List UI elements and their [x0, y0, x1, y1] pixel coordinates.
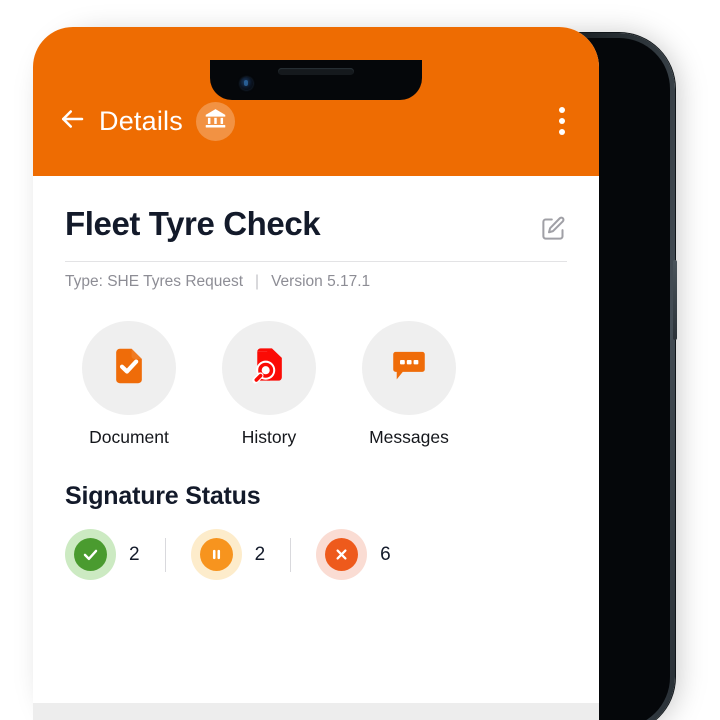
pause-circle-icon — [199, 538, 233, 571]
status-declined[interactable]: 6 — [316, 529, 391, 580]
more-vertical-icon-dot-2 — [559, 118, 565, 124]
status-signed-halo — [65, 529, 116, 580]
action-history-label: History — [241, 427, 297, 447]
action-messages-circle — [362, 321, 456, 415]
bank-building-icon — [204, 107, 227, 135]
status-pending[interactable]: 2 — [190, 529, 266, 580]
page-title: Fleet Tyre Check — [65, 205, 321, 242]
app-bar-row: Details — [33, 93, 599, 149]
edit-pencil-icon — [540, 216, 567, 246]
action-messages-label: Messages — [369, 427, 449, 447]
meta-separator: | — [255, 273, 260, 290]
status-declined-halo — [316, 529, 368, 580]
status-divider-1 — [164, 537, 166, 572]
chat-bubble-dots-icon — [387, 344, 431, 393]
phone-front-camera — [240, 77, 253, 90]
status-declined-count: 6 — [380, 543, 391, 565]
title-row: Fleet Tyre Check — [33, 176, 599, 247]
action-document[interactable]: Document — [59, 321, 199, 448]
phone-notch — [210, 60, 422, 100]
signature-status-heading: Signature Status — [65, 482, 261, 510]
action-messages[interactable]: Messages — [339, 321, 479, 448]
overflow-menu-button[interactable] — [547, 104, 577, 138]
app-bar: Details — [33, 27, 599, 176]
action-history-circle — [222, 321, 316, 415]
document-check-icon — [107, 344, 151, 393]
meta-version: Version 5.17.1 — [271, 273, 371, 290]
status-signed-count: 2 — [129, 543, 140, 565]
phone-front-camera-lens — [244, 80, 248, 86]
screenshot-stage: Details Fleet Tyre Check Type: SHE Tyres… — [0, 0, 720, 720]
back-button[interactable] — [55, 104, 89, 138]
status-signed[interactable]: 2 — [65, 529, 140, 580]
edit-button[interactable] — [540, 215, 567, 247]
details-content: Fleet Tyre Check Type: SHE Tyres Request… — [33, 176, 599, 720]
app-bar-title: Details — [99, 105, 183, 136]
action-document-circle — [82, 321, 176, 415]
bottom-section-band — [33, 703, 599, 720]
status-pending-count: 2 — [254, 543, 266, 565]
document-meta: Type: SHE Tyres Request | Version 5.17.1 — [33, 262, 599, 291]
meta-type: Type: SHE Tyres Request — [65, 273, 244, 290]
close-circle-icon — [325, 538, 359, 571]
phone-earpiece-speaker — [278, 68, 354, 75]
signature-status-row: 2 2 6 — [33, 511, 599, 580]
document-search-icon — [247, 344, 291, 393]
more-vertical-icon-dot-1 — [559, 107, 565, 113]
phone-power-button[interactable] — [673, 260, 677, 340]
more-vertical-icon-dot-3 — [559, 129, 565, 135]
status-divider-2 — [290, 537, 292, 572]
module-badge[interactable] — [195, 101, 235, 141]
check-circle-icon — [74, 538, 107, 571]
back-arrow-icon — [57, 104, 87, 139]
phone-screen: Details Fleet Tyre Check Type: SHE Tyres… — [33, 27, 599, 720]
status-pending-halo — [190, 529, 242, 580]
action-history[interactable]: History — [199, 321, 339, 448]
action-shortcuts: Document History Messages — [33, 291, 599, 448]
action-document-label: Document — [89, 427, 169, 447]
